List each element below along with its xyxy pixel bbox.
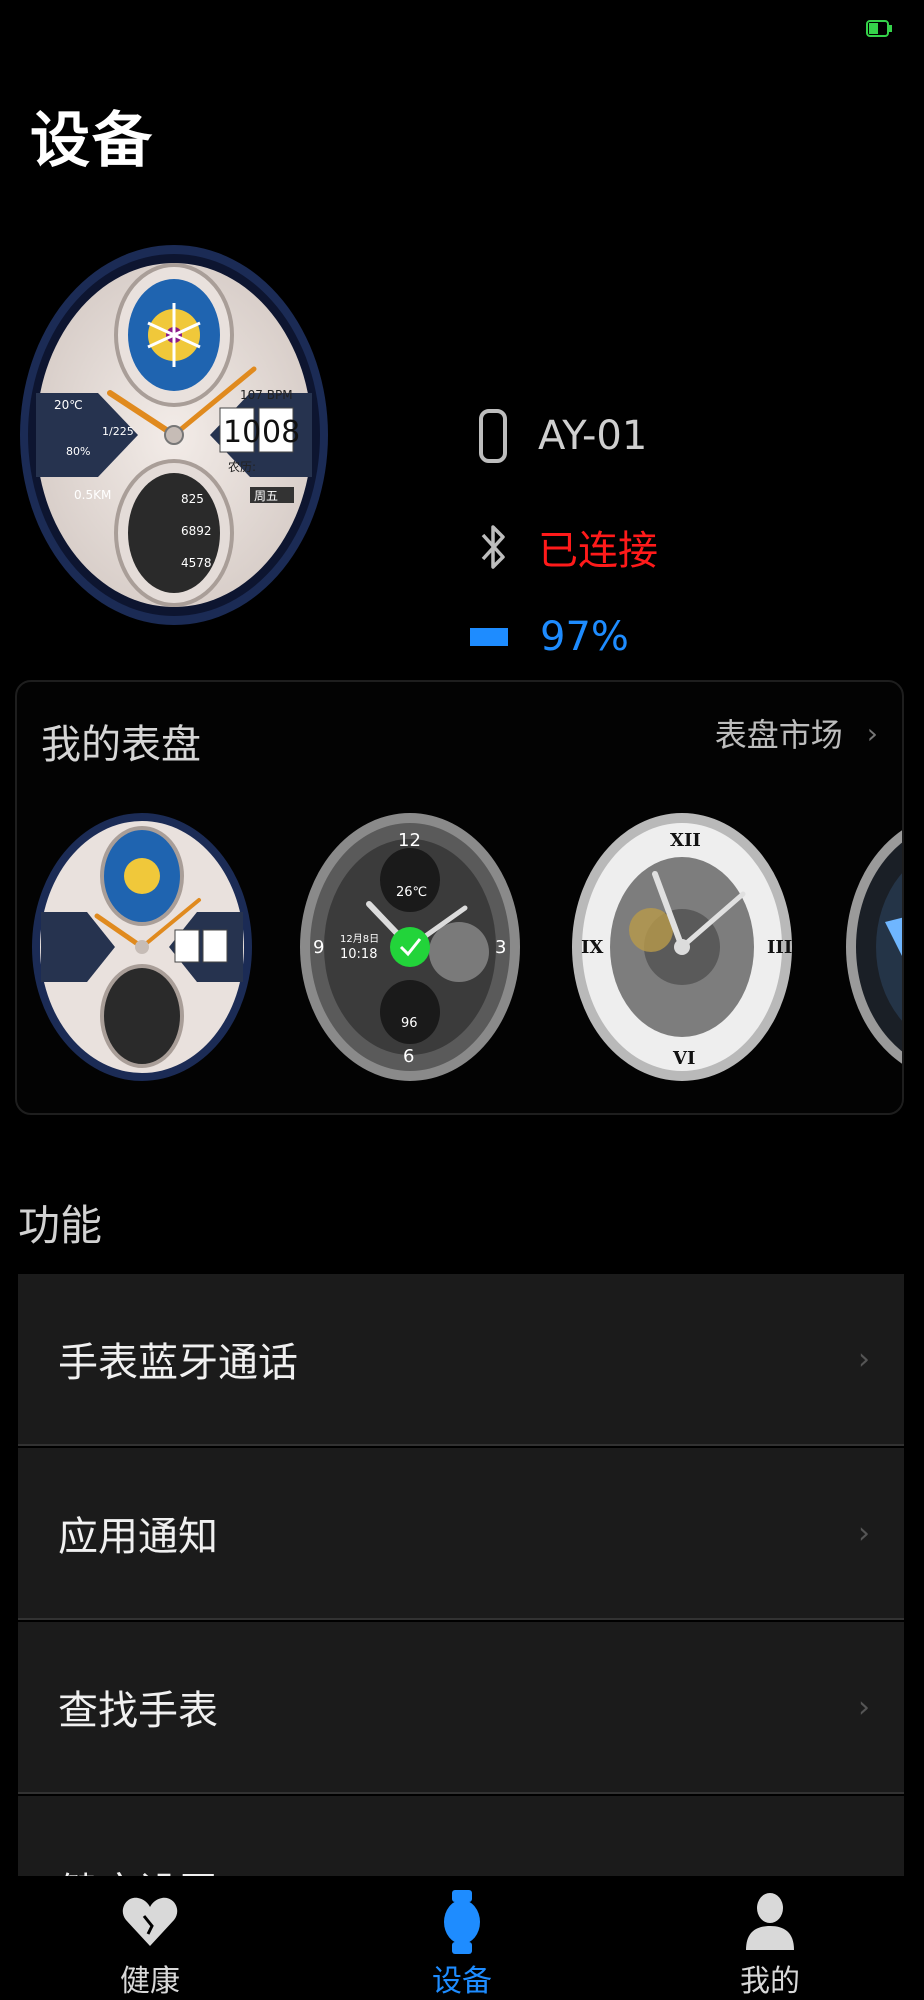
svg-text:3: 3 [495,937,506,958]
battery-icon [460,626,520,648]
watch-outline-icon [468,408,518,464]
heart-icon [122,1890,178,1954]
svg-text:10:18: 10:18 [340,947,377,962]
svg-text:III: III [767,937,792,958]
bottom-navigation: 健康 设备 我的 [0,1876,924,2000]
current-watch-face[interactable]: 825 6892 4578 10 08 107 BPM 农历: 周五 20℃ 1… [18,243,330,628]
svg-text:VI: VI [672,1048,695,1069]
svg-text:4578: 4578 [181,556,212,570]
svg-text:08: 08 [262,415,300,450]
svg-text:825: 825 [181,492,204,506]
chevron-right-icon: › [866,716,878,750]
svg-text:周五: 周五 [254,489,278,503]
svg-text:IX: IX [581,937,603,958]
svg-text:1/225: 1/225 [102,425,134,438]
chevron-right-icon: › [858,1515,870,1551]
nav-tab-health[interactable]: 健康 [60,1876,240,2000]
my-watch-faces-card: 我的表盘 表盘市场 › 12 3 6 9 26℃ 12月8日 10:18 96 … [15,680,904,1115]
svg-text:6892: 6892 [181,524,212,538]
nav-tab-me[interactable]: 我的 [680,1876,860,2000]
svg-text:10: 10 [223,415,261,450]
face-market-link[interactable]: 表盘市场 › [715,710,878,756]
svg-text:26℃: 26℃ [396,885,427,900]
nav-tab-label: 设备 [432,1964,492,1999]
nav-tab-label: 我的 [740,1964,800,1999]
battery-row: 97% [460,614,629,660]
battery-level: 97% [540,614,629,660]
bluetooth-icon [468,519,518,575]
watch-face-thumbnail[interactable] [31,812,253,1082]
nav-tab-device[interactable]: 设备 [372,1876,552,2000]
menu-item-label: 查找手表 [58,1688,218,1734]
svg-text:0.5KM: 0.5KM [74,488,111,502]
svg-text:XII: XII [670,830,701,851]
menu-app-notifications[interactable]: 应用通知 › [18,1448,904,1620]
menu-bluetooth-call[interactable]: 手表蓝牙通话 › [18,1274,904,1446]
watch-icon [442,1890,482,1954]
page-title: 设备 [30,106,154,176]
svg-text:20℃: 20℃ [54,398,83,412]
person-icon [746,1890,794,1954]
svg-text:农历:: 农历: [228,460,256,474]
svg-text:80%: 80% [66,445,90,458]
watch-face-thumbnail[interactable] [845,812,902,1082]
status-battery-icon [866,20,892,37]
device-name-row: AY-01 [468,408,647,464]
menu-item-label: 手表蓝牙通话 [58,1340,298,1386]
nav-tab-label: 健康 [120,1964,180,1999]
svg-text:12: 12 [398,830,421,851]
svg-text:96: 96 [401,1016,418,1031]
connection-status: 已连接 [538,528,658,574]
menu-item-label: 应用通知 [58,1514,218,1560]
svg-text:9: 9 [313,937,324,958]
my-faces-title: 我的表盘 [41,722,201,768]
svg-text:12月8日: 12月8日 [340,933,379,945]
watch-face-thumbnail[interactable]: 12 3 6 9 26℃ 12月8日 10:18 96 [299,812,521,1082]
chevron-right-icon: › [858,1689,870,1725]
svg-text:6: 6 [403,1046,414,1067]
chevron-right-icon: › [858,1341,870,1377]
svg-text:107 BPM: 107 BPM [240,388,293,402]
face-market-label: 表盘市场 [714,716,843,754]
watch-face-thumbnail[interactable]: XII III VI IX [571,812,793,1082]
functions-title: 功能 [18,1201,103,1250]
connection-status-row: 已连接 [468,518,658,576]
menu-find-watch[interactable]: 查找手表 › [18,1622,904,1794]
device-name: AY-01 [538,413,648,459]
